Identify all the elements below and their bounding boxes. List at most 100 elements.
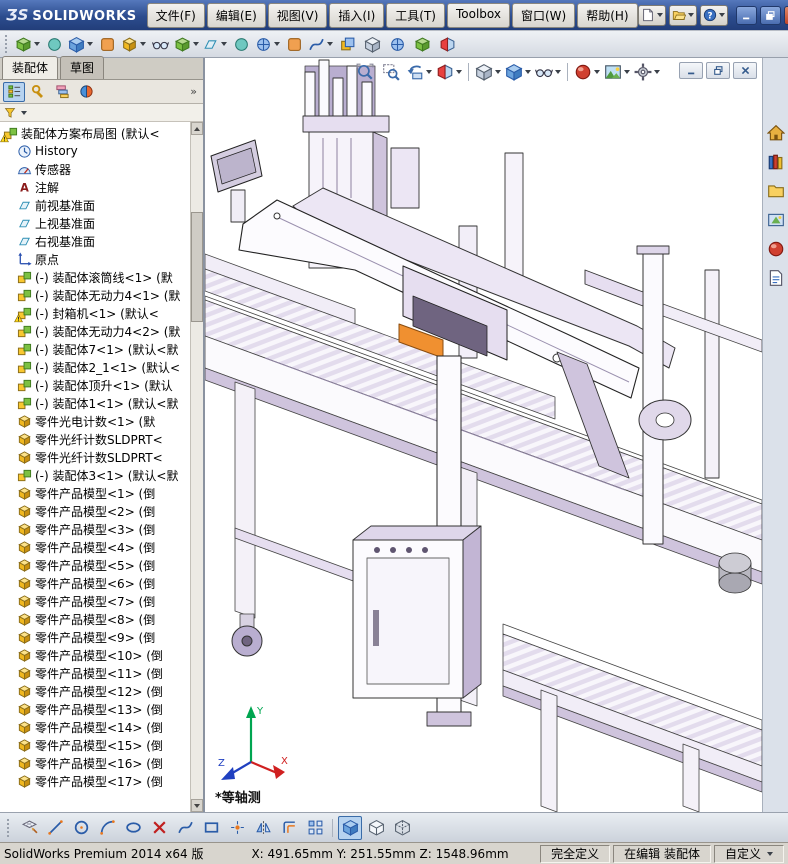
tree-item[interactable]: 零件产品模型<4> (倒 — [0, 538, 190, 556]
view-orientation-button[interactable] — [474, 60, 502, 84]
tree-item[interactable]: 零件产品模型<10> (倒 — [0, 646, 190, 664]
tree-item[interactable]: 零件光纤计数SLDPRT< — [0, 448, 190, 466]
tree-item[interactable]: 零件产品模型<6> (倒 — [0, 574, 190, 592]
model-3d-view[interactable] — [205, 58, 762, 812]
tree-item[interactable]: 零件产品模型<17> (倒 — [0, 772, 190, 790]
toolbar-drag-handle[interactable] — [7, 818, 10, 837]
window-close-button[interactable] — [783, 5, 788, 25]
tree-item[interactable]: 零件产品模型<3> (倒 — [0, 520, 190, 538]
section-properties-button[interactable] — [435, 32, 459, 56]
menu-tools[interactable]: 工具(T) — [386, 2, 445, 28]
menu-file[interactable]: 文件(F) — [146, 2, 205, 28]
hidden-lines-visible-button[interactable] — [364, 816, 388, 840]
view-palette-button[interactable] — [765, 209, 787, 231]
trim-entities-button[interactable] — [147, 816, 171, 840]
tab-sketch[interactable]: 草图 — [60, 56, 105, 79]
offset-entities-button[interactable] — [277, 816, 301, 840]
tree-item[interactable]: (-) 装配体无动力4<1> (默 — [0, 286, 190, 304]
wireframe-button[interactable] — [390, 816, 414, 840]
section-view-button[interactable] — [435, 60, 463, 84]
doc-restore-button[interactable] — [706, 62, 730, 79]
tab-assembly[interactable]: 装配体 — [2, 56, 59, 79]
display-style-button[interactable] — [504, 60, 532, 84]
reference-geometry-button[interactable] — [201, 32, 228, 56]
linear-component-pattern-button[interactable] — [67, 32, 94, 56]
mate-button[interactable] — [42, 32, 66, 56]
tree-item[interactable]: (-) 装配体滚筒线<1> (默 — [0, 268, 190, 286]
assembly-features-button[interactable] — [173, 32, 200, 56]
tree-scrollbar[interactable] — [190, 122, 203, 812]
tree-item[interactable]: 零件光纤计数SLDPRT< — [0, 430, 190, 448]
tree-item[interactable]: 注解 — [0, 178, 190, 196]
tree-item[interactable]: 零件产品模型<9> (倒 — [0, 628, 190, 646]
measure-button[interactable] — [385, 32, 409, 56]
tree-item[interactable]: (-) 装配体顶升<1> (默认 — [0, 376, 190, 394]
tree-item[interactable]: 零件产品模型<16> (倒 — [0, 754, 190, 772]
tree-item[interactable]: 右视基准面 — [0, 232, 190, 250]
tree-item[interactable]: 零件产品模型<12> (倒 — [0, 682, 190, 700]
smart-fasteners-button[interactable] — [95, 32, 119, 56]
arc-tool-button[interactable] — [95, 816, 119, 840]
custom-status-dropdown[interactable]: 自定义 — [713, 844, 784, 863]
window-restore-button[interactable] — [759, 5, 781, 25]
menu-view[interactable]: 视图(V) — [267, 2, 328, 28]
tree-item[interactable]: 零件产品模型<15> (倒 — [0, 736, 190, 754]
appearances-scenes-button[interactable] — [765, 238, 787, 260]
scrollbar-up-button[interactable] — [191, 122, 203, 135]
tree-item[interactable]: History — [0, 142, 190, 160]
custom-properties-button[interactable] — [765, 267, 787, 289]
doc-close-button[interactable] — [733, 62, 757, 79]
shaded-with-edges-button[interactable] — [338, 815, 362, 840]
window-minimize-button[interactable] — [735, 5, 757, 25]
propertymanager-tab[interactable] — [27, 82, 49, 102]
menu-window[interactable]: 窗口(W) — [511, 2, 576, 28]
tree-item[interactable]: 零件产品模型<13> (倒 — [0, 700, 190, 718]
scrollbar-thumb[interactable] — [191, 212, 203, 322]
point-tool-button[interactable] — [225, 816, 249, 840]
insert-components-button[interactable] — [14, 32, 41, 56]
scrollbar-down-button[interactable] — [191, 799, 203, 812]
toolbar-drag-handle[interactable] — [5, 35, 8, 53]
tree-filter-bar[interactable] — [0, 104, 203, 122]
help-button[interactable] — [699, 4, 728, 26]
displaymanager-tab[interactable] — [75, 82, 97, 102]
explode-line-sketch-button[interactable] — [307, 32, 334, 56]
new-motion-study-button[interactable] — [229, 32, 253, 56]
previous-view-button[interactable] — [405, 60, 433, 84]
doc-minimize-button[interactable] — [679, 62, 703, 79]
tree-item[interactable]: 装配体方案布局图 (默认< — [0, 124, 190, 142]
bill-of-materials-button[interactable] — [254, 32, 281, 56]
tree-item[interactable]: 零件产品模型<8> (倒 — [0, 610, 190, 628]
tree-item[interactable]: (-) 装配体7<1> (默认<默 — [0, 340, 190, 358]
hide-show-items-button[interactable] — [534, 60, 562, 84]
interference-detection-button[interactable] — [335, 32, 359, 56]
tree-item[interactable]: (-) 装配体1<1> (默认<默 — [0, 394, 190, 412]
zoom-to-area-button[interactable] — [379, 60, 403, 84]
mirror-entities-button[interactable] — [251, 816, 275, 840]
graphics-viewport[interactable]: Y X Z *等轴测 — [205, 58, 762, 812]
clearance-verification-button[interactable] — [360, 32, 384, 56]
sketch-button[interactable] — [17, 816, 41, 840]
view-settings-button[interactable] — [633, 60, 661, 84]
apply-scene-button[interactable] — [603, 60, 631, 84]
show-hidden-components-button[interactable] — [148, 32, 172, 56]
tree-item[interactable]: 零件光电计数<1> (默 — [0, 412, 190, 430]
design-library-button[interactable] — [765, 151, 787, 173]
tree-item[interactable]: (-) 封箱机<1> (默认< — [0, 304, 190, 322]
zoom-to-fit-button[interactable] — [353, 60, 377, 84]
exploded-view-button[interactable] — [282, 32, 306, 56]
overflow-chevron-icon[interactable]: » — [187, 85, 200, 98]
tree-item[interactable]: 零件产品模型<2> (倒 — [0, 502, 190, 520]
mass-properties-button[interactable] — [410, 32, 434, 56]
tree-item[interactable]: 上视基准面 — [0, 214, 190, 232]
solidworks-resources-button[interactable] — [765, 122, 787, 144]
open-document-button[interactable] — [668, 4, 697, 26]
configurationmanager-tab[interactable] — [51, 82, 73, 102]
tree-item[interactable]: 零件产品模型<5> (倒 — [0, 556, 190, 574]
tree-item[interactable]: 零件产品模型<14> (倒 — [0, 718, 190, 736]
tree-item[interactable]: (-) 装配体3<1> (默认<默 — [0, 466, 190, 484]
featuremanager-tree-tab[interactable] — [3, 81, 25, 102]
menu-help[interactable]: 帮助(H) — [577, 2, 638, 28]
tree-item[interactable]: (-) 装配体2_1<1> (默认< — [0, 358, 190, 376]
tree-item[interactable]: 前视基准面 — [0, 196, 190, 214]
